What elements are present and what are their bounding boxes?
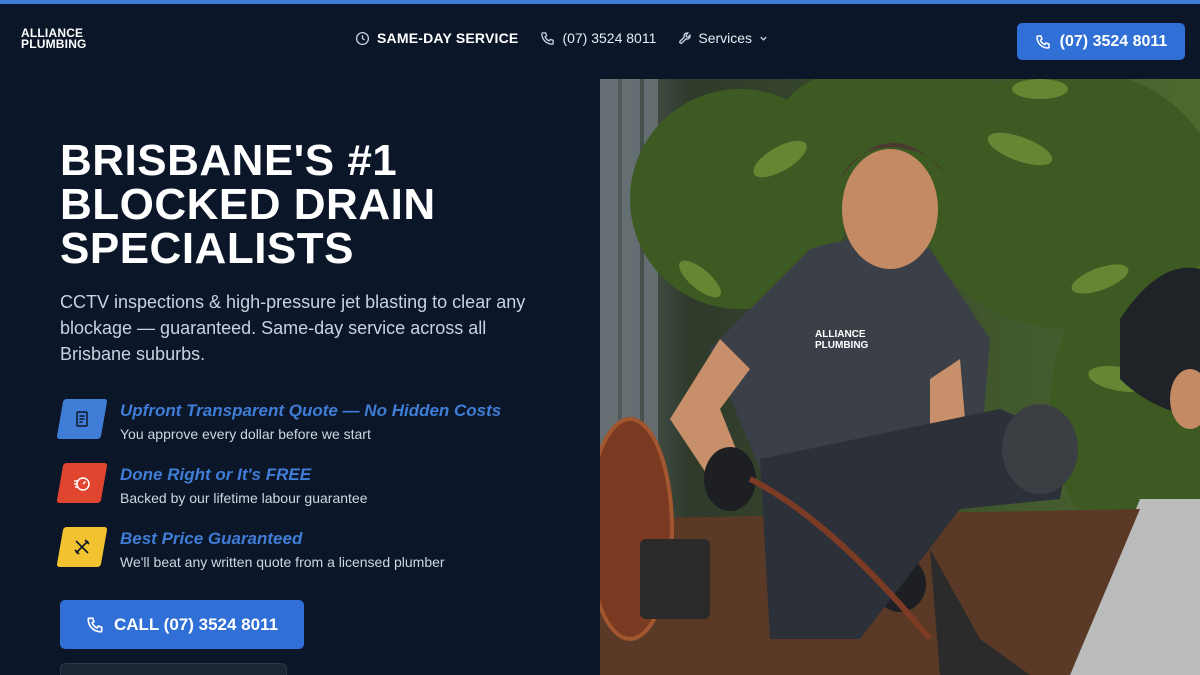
- feature-description: You approve every dollar before we start: [120, 426, 371, 442]
- wrench-icon: [679, 31, 692, 44]
- feature-description: We'll beat any written quote from a lice…: [120, 554, 445, 570]
- nav-services-dropdown[interactable]: Services: [678, 30, 768, 46]
- nav-phone-link[interactable]: (07) 3524 8011: [540, 30, 656, 46]
- hero-title: BRISBANE'S #1 BLOCKED DRAIN SPECIALISTS: [60, 136, 436, 273]
- header-call-button[interactable]: (07) 3524 8011: [1017, 23, 1185, 60]
- feature-title: Done Right or It's FREE: [120, 465, 312, 484]
- feature-item-guarantee: Done Right or It's FREE Backed by our li…: [56, 463, 368, 506]
- gauge-icon: [74, 477, 90, 491]
- main-nav: SAME-DAY SERVICE (07) 3524 8011 Services: [355, 30, 768, 46]
- phone-icon: [87, 616, 103, 633]
- hero-subtitle: CCTV inspections & high-pressure jet bla…: [60, 292, 526, 364]
- tools-icon: [74, 539, 90, 555]
- secondary-button[interactable]: [60, 663, 287, 675]
- nav-services-label: Services: [698, 30, 753, 46]
- feature-icon-badge: [56, 463, 108, 503]
- feature-item-quote: Upfront Transparent Quote — No Hidden Co…: [56, 399, 502, 442]
- hero-photo: ALLIANCE PLUMBING: [600, 79, 1200, 675]
- clock-icon: [355, 31, 370, 45]
- hero-section: BRISBANE'S #1 BLOCKED DRAIN SPECIALISTS …: [0, 79, 600, 675]
- call-now-label: CALL (07) 3524 8011: [113, 614, 279, 634]
- nav-same-day-service[interactable]: SAME-DAY SERVICE: [355, 30, 518, 46]
- plumber-photo-illustration: ALLIANCE PLUMBING: [600, 79, 1200, 675]
- nav-same-day-label: SAME-DAY SERVICE: [377, 30, 519, 46]
- phone-icon: [541, 31, 555, 45]
- logo-line-2: PLUMBING: [21, 37, 87, 51]
- shirt-logo-line-2: PLUMBING: [815, 340, 869, 351]
- nav-phone-label: (07) 3524 8011: [562, 30, 657, 46]
- feature-icon-badge: [56, 527, 108, 567]
- feature-description: Backed by our lifetime labour guarantee: [120, 490, 368, 506]
- site-header: ALLIANCE PLUMBING SAME-DAY SERVICE (07) …: [0, 4, 1200, 79]
- logo[interactable]: ALLIANCE PLUMBING: [21, 27, 87, 51]
- phone-icon: [1035, 34, 1050, 49]
- feature-item-best-price: Best Price Guaranteed We'll beat any wri…: [56, 527, 445, 570]
- feature-icon-badge: [56, 399, 108, 439]
- call-now-button[interactable]: CALL (07) 3524 8011: [60, 600, 304, 649]
- shirt-logo-line-1: ALLIANCE: [815, 329, 866, 340]
- feature-title: Best Price Guaranteed: [120, 529, 303, 548]
- feature-title: Upfront Transparent Quote — No Hidden Co…: [120, 401, 502, 420]
- chevron-down-icon: [760, 36, 767, 41]
- header-call-label: (07) 3524 8011: [1059, 32, 1168, 50]
- document-icon: [76, 411, 88, 427]
